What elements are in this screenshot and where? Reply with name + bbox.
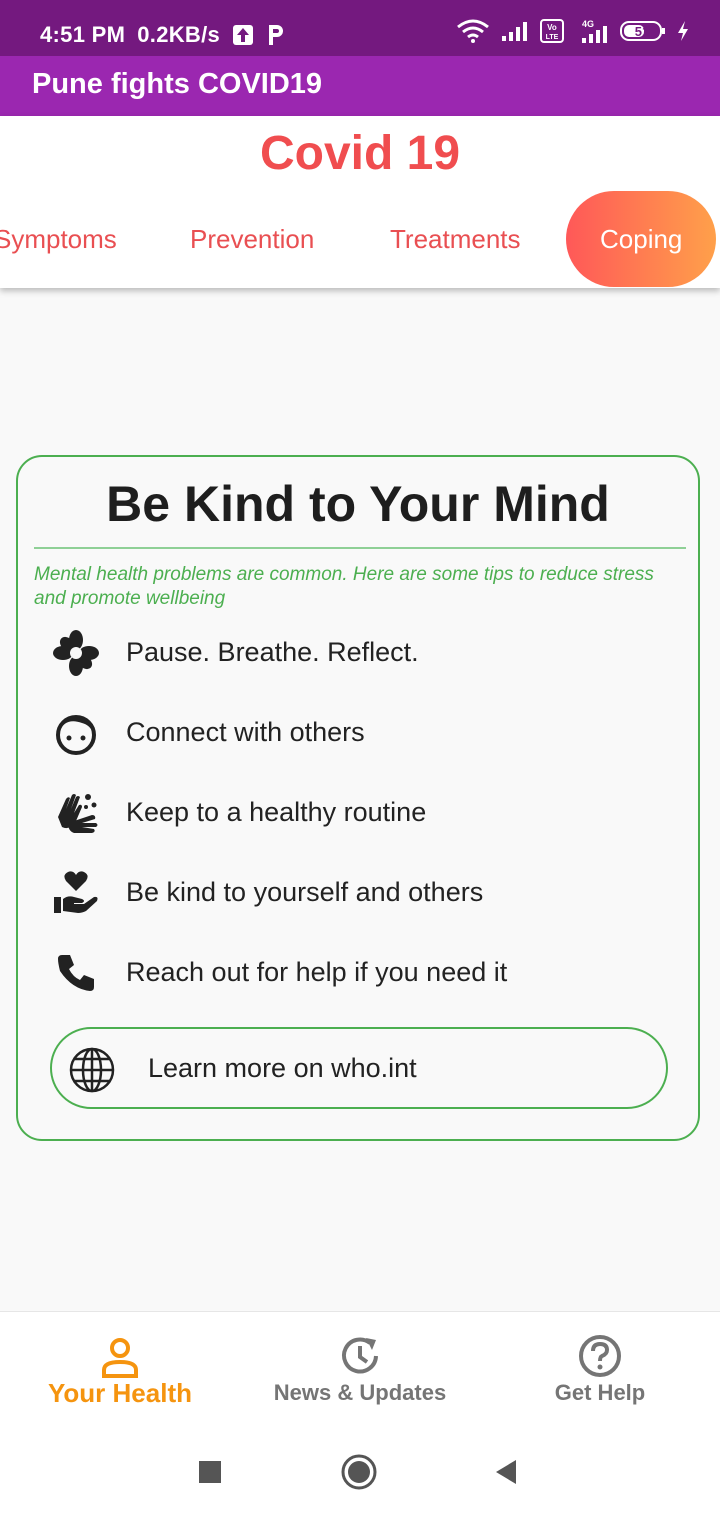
app-title: Pune fights COVID19: [32, 68, 323, 100]
svg-text:LTE: LTE: [546, 34, 559, 41]
tip-item: Keep to a healthy routine: [18, 781, 698, 841]
svg-text:4G: 4G: [582, 19, 594, 29]
tab-bar: Symptoms Prevention Treatments Coping: [0, 191, 720, 287]
mental-health-card: Be Kind to Your Mind Mental health probl…: [16, 455, 700, 1141]
status-bar: 4:51 PM 0.2KB/s Vo LTE 4G 51: [0, 0, 720, 56]
tip-item: Pause. Breathe. Reflect.: [18, 621, 698, 681]
nav-label: Your Health: [48, 1378, 192, 1408]
divider: [34, 547, 686, 549]
battery-level: 51: [635, 24, 649, 39]
help-icon: [579, 1335, 621, 1377]
tip-text: Be kind to yourself and others: [126, 877, 484, 907]
flower-icon: [53, 630, 99, 676]
system-nav-bar: [0, 1424, 720, 1520]
nav-label: Get Help: [554, 1380, 646, 1405]
nav-label: News & Updates: [273, 1380, 447, 1405]
4g-signal-icon: 4G: [582, 19, 607, 43]
tip-text: Reach out for help if you need it: [126, 957, 508, 987]
tip-item: Reach out for help if you need it: [18, 941, 698, 1001]
card-title: Be Kind to Your Mind: [106, 476, 610, 532]
wifi-icon: [457, 19, 489, 43]
heart-hand-icon: [54, 871, 98, 913]
nav-your-health[interactable]: Your Health: [0, 1312, 240, 1424]
nav-get-help[interactable]: Get Help: [480, 1312, 720, 1424]
status-time: 4:51 PM: [40, 22, 126, 47]
signal-icon: [502, 22, 527, 41]
page-title: Covid 19: [259, 127, 461, 180]
volte-icon: Vo LTE: [540, 19, 564, 43]
globe-icon: [69, 1047, 115, 1093]
tip-item: Connect with others: [18, 701, 698, 761]
tab-treatments[interactable]: Treatments: [390, 191, 521, 287]
tip-item: Be kind to yourself and others: [18, 861, 698, 921]
svg-text:Vo: Vo: [547, 23, 557, 32]
recents-icon[interactable]: [198, 1460, 222, 1484]
person-icon: [102, 1338, 138, 1378]
card-subtitle: Mental health problems are common. Here …: [34, 564, 654, 609]
learn-more-button[interactable]: Learn more on who.int: [50, 1027, 668, 1109]
face-icon: [56, 715, 96, 755]
upload-icon: [233, 25, 254, 45]
tab-symptoms[interactable]: Symptoms: [0, 191, 117, 287]
tip-text: Pause. Breathe. Reflect.: [126, 637, 419, 667]
tip-text: Connect with others: [126, 717, 365, 747]
tab-coping[interactable]: Coping: [566, 191, 717, 287]
header-card: Covid 19 Symptoms Prevention Treatments …: [0, 116, 720, 288]
history-icon: [342, 1337, 378, 1374]
tip-text: Keep to a healthy routine: [126, 797, 427, 827]
back-icon[interactable]: [494, 1459, 518, 1485]
status-speed: 0.2KB/s: [137, 22, 221, 47]
tab-prevention[interactable]: Prevention: [190, 191, 314, 287]
app-bar: Pune fights COVID19: [0, 56, 720, 116]
home-icon[interactable]: [340, 1453, 378, 1491]
hands-wash-icon: [58, 794, 98, 833]
learn-more-label: Learn more on who.int: [148, 1053, 417, 1083]
phone-icon: [58, 955, 94, 991]
parking-icon: [269, 25, 284, 45]
nav-news-updates[interactable]: News & Updates: [240, 1312, 480, 1424]
battery-icon: 51: [620, 21, 665, 41]
charging-icon: [678, 21, 688, 41]
bottom-nav: Your Health News & Updates Get Help: [0, 1311, 720, 1425]
